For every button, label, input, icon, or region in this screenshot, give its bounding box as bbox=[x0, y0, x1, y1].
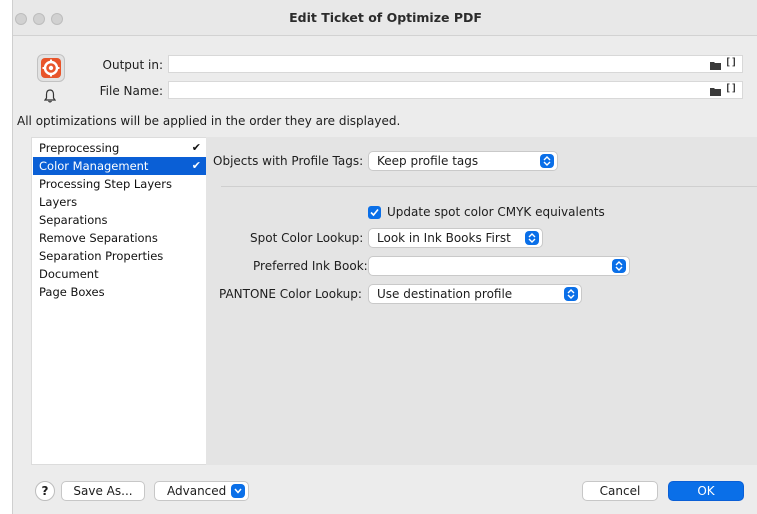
sidebar-item-label: Separation Properties bbox=[39, 249, 164, 263]
variable-bracket-icon[interactable]: [] bbox=[725, 57, 737, 68]
pantone-lookup-popup[interactable]: Use destination profile bbox=[368, 284, 582, 304]
sidebar-item-label: Preprocessing bbox=[39, 141, 120, 155]
chevron-updown-icon bbox=[564, 287, 578, 301]
info-text: All optimizations will be applied in the… bbox=[17, 114, 401, 128]
dialog-window: Edit Ticket of Optimize PDF Output in: [… bbox=[12, 0, 757, 514]
spot-color-lookup-label: Spot Color Lookup: bbox=[250, 231, 364, 245]
ok-button[interactable]: OK bbox=[668, 481, 744, 501]
sidebar-item-label: Processing Step Layers bbox=[39, 177, 172, 191]
folder-icon[interactable] bbox=[710, 59, 721, 70]
sidebar-item-layers[interactable]: Layers bbox=[33, 193, 207, 211]
chevron-down-icon bbox=[231, 484, 245, 498]
sidebar-item-page-boxes[interactable]: Page Boxes bbox=[33, 283, 207, 301]
sidebar-item-remove-separations[interactable]: Remove Separations bbox=[33, 229, 207, 247]
sidebar-item-label: Layers bbox=[39, 195, 78, 209]
pantone-lookup-value: Use destination profile bbox=[377, 287, 513, 301]
chevron-updown-icon bbox=[540, 154, 554, 168]
profile-tags-popup[interactable]: Keep profile tags bbox=[368, 151, 558, 171]
folder-icon[interactable] bbox=[710, 85, 721, 96]
sidebar-item-preprocessing[interactable]: Preprocessing ✔ bbox=[33, 139, 207, 157]
profile-tags-label: Objects with Profile Tags: bbox=[213, 154, 364, 168]
sidebar-item-label: Page Boxes bbox=[39, 285, 105, 299]
spot-color-lookup-popup[interactable]: Look in Ink Books First bbox=[368, 228, 543, 248]
variable-bracket-icon[interactable]: [] bbox=[725, 83, 737, 94]
profile-tags-value: Keep profile tags bbox=[377, 154, 479, 168]
sidebar-item-label: Document bbox=[39, 267, 99, 281]
sidebar-item-separations[interactable]: Separations bbox=[33, 211, 207, 229]
output-in-label: Output in: bbox=[102, 58, 163, 72]
sidebar-item-processing-step-layers[interactable]: Processing Step Layers bbox=[33, 175, 207, 193]
advanced-label: Advanced bbox=[167, 484, 227, 498]
preferred-ink-book-popup[interactable] bbox=[368, 256, 630, 276]
chevron-updown-icon bbox=[612, 259, 626, 273]
pantone-lookup-label: PANTONE Color Lookup: bbox=[219, 287, 362, 301]
advanced-button[interactable]: Advanced bbox=[154, 481, 249, 501]
output-in-field[interactable] bbox=[168, 55, 743, 73]
spot-color-lookup-value: Look in Ink Books First bbox=[377, 231, 511, 245]
section-divider bbox=[221, 186, 757, 187]
file-name-label: File Name: bbox=[99, 84, 163, 98]
title-bar: Edit Ticket of Optimize PDF bbox=[13, 0, 757, 36]
sidebar-item-label: Separations bbox=[39, 213, 108, 227]
sidebar-item-label: Remove Separations bbox=[39, 231, 158, 245]
file-name-field[interactable] bbox=[168, 81, 743, 99]
optimization-list[interactable]: Preprocessing ✔ Color Management ✔ Proce… bbox=[31, 137, 209, 465]
chevron-updown-icon bbox=[525, 231, 539, 245]
update-cmyk-label[interactable]: Update spot color CMYK equivalents bbox=[387, 205, 605, 219]
window-title: Edit Ticket of Optimize PDF bbox=[289, 10, 482, 25]
sidebar-item-document[interactable]: Document bbox=[33, 265, 207, 283]
update-cmyk-checkbox[interactable] bbox=[368, 206, 381, 219]
sidebar-item-label: Color Management bbox=[39, 159, 149, 173]
preferred-ink-book-label: Preferred Ink Book: bbox=[253, 259, 368, 273]
checkmark-icon: ✔ bbox=[191, 141, 201, 154]
checkmark-icon: ✔ bbox=[191, 159, 201, 172]
save-as-button[interactable]: Save As... bbox=[61, 481, 145, 501]
cancel-button[interactable]: Cancel bbox=[582, 481, 658, 501]
help-button[interactable]: ? bbox=[35, 481, 55, 501]
sidebar-item-color-management[interactable]: Color Management ✔ bbox=[33, 157, 207, 175]
sidebar-item-separation-properties[interactable]: Separation Properties bbox=[33, 247, 207, 265]
